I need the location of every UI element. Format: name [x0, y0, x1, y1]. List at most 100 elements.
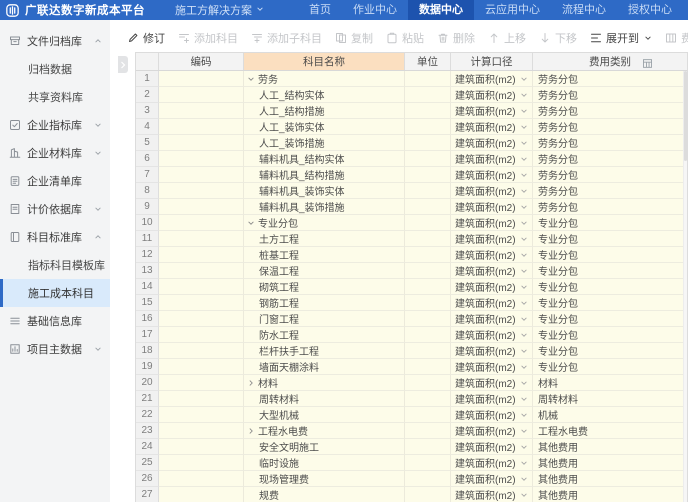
table-row[interactable]: 16门窗工程建筑面积(m2)专业分包: [136, 311, 687, 327]
caliber-dropdown[interactable]: 建筑面积(m2): [451, 103, 533, 119]
toolbar-button-下移[interactable]: 下移: [539, 30, 577, 46]
sidebar-collapse-handle[interactable]: [118, 56, 128, 73]
subject-name-cell[interactable]: 辅料机具_装饰实体: [244, 183, 405, 199]
caliber-dropdown[interactable]: 建筑面积(m2): [451, 439, 533, 455]
toolbar-button-粘贴[interactable]: 粘贴: [386, 30, 424, 46]
caliber-dropdown[interactable]: 建筑面积(m2): [451, 119, 533, 135]
table-row[interactable]: 1劳务建筑面积(m2)劳务分包: [136, 71, 687, 87]
sidebar-item-基础信息库[interactable]: 基础信息库: [0, 307, 110, 335]
table-row[interactable]: 9辅料机具_装饰措施建筑面积(m2)劳务分包: [136, 199, 687, 215]
toolbar-button-添加科目[interactable]: 添加科目: [178, 30, 238, 46]
expand-closed-icon[interactable]: [247, 379, 255, 387]
nav-item-作业中心[interactable]: 作业中心: [342, 0, 408, 20]
subject-name-cell[interactable]: 大型机械: [244, 407, 405, 423]
subject-name-cell[interactable]: 防水工程: [244, 327, 405, 343]
subject-name-cell[interactable]: 保温工程: [244, 263, 405, 279]
caliber-dropdown[interactable]: 建筑面积(m2): [451, 231, 533, 247]
subject-name-cell[interactable]: 人工_装饰措施: [244, 135, 405, 151]
expand-open-icon[interactable]: [247, 75, 255, 83]
table-row[interactable]: 11土方工程建筑面积(m2)专业分包: [136, 231, 687, 247]
toolbar-button-上移[interactable]: 上移: [488, 30, 526, 46]
table-row[interactable]: 21周转材料建筑面积(m2)周转材料: [136, 391, 687, 407]
toolbar-button-展开到[interactable]: 展开到: [590, 30, 652, 46]
subject-name-cell[interactable]: 现场管理费: [244, 471, 405, 487]
toolbar-button-删除[interactable]: 删除: [437, 30, 475, 46]
sidebar-item-指标科目模板库[interactable]: 指标科目模板库: [0, 251, 110, 279]
subject-name-cell[interactable]: 专业分包: [244, 215, 405, 231]
subject-name-cell[interactable]: 辅料机具_结构实体: [244, 151, 405, 167]
nav-item-首页[interactable]: 首页: [298, 0, 342, 20]
table-row[interactable]: 20材料建筑面积(m2)材料: [136, 375, 687, 391]
caliber-dropdown[interactable]: 建筑面积(m2): [451, 151, 533, 167]
toolbar-button-复制[interactable]: 复制: [335, 30, 373, 46]
table-row[interactable]: 17防水工程建筑面积(m2)专业分包: [136, 327, 687, 343]
subject-name-cell[interactable]: 辅料机具_结构措施: [244, 167, 405, 183]
caliber-dropdown[interactable]: 建筑面积(m2): [451, 135, 533, 151]
caliber-dropdown[interactable]: 建筑面积(m2): [451, 311, 533, 327]
solution-selector[interactable]: 施工方解决方案: [175, 2, 264, 18]
toolbar-button-修订[interactable]: 修订: [127, 30, 165, 46]
sidebar-item-计价依据库[interactable]: 计价依据库: [0, 195, 110, 223]
table-row[interactable]: 8辅料机具_装饰实体建筑面积(m2)劳务分包: [136, 183, 687, 199]
subject-name-cell[interactable]: 人工_结构措施: [244, 103, 405, 119]
nav-item-云应用中心[interactable]: 云应用中心: [474, 0, 551, 20]
vertical-scrollbar[interactable]: [683, 71, 687, 502]
caliber-dropdown[interactable]: 建筑面积(m2): [451, 327, 533, 343]
caliber-dropdown[interactable]: 建筑面积(m2): [451, 375, 533, 391]
subject-name-cell[interactable]: 劳务: [244, 71, 405, 87]
subject-name-cell[interactable]: 工程水电费: [244, 423, 405, 439]
table-row[interactable]: 15钢筋工程建筑面积(m2)专业分包: [136, 295, 687, 311]
caliber-dropdown[interactable]: 建筑面积(m2): [451, 407, 533, 423]
caliber-dropdown[interactable]: 建筑面积(m2): [451, 391, 533, 407]
table-row[interactable]: 5人工_装饰措施建筑面积(m2)劳务分包: [136, 135, 687, 151]
subject-name-cell[interactable]: 规费: [244, 487, 405, 502]
table-row[interactable]: 4人工_装饰实体建筑面积(m2)劳务分包: [136, 119, 687, 135]
sidebar-item-企业材料库[interactable]: 企业材料库: [0, 139, 110, 167]
table-row[interactable]: 7辅料机具_结构措施建筑面积(m2)劳务分包: [136, 167, 687, 183]
sidebar-item-企业清单库[interactable]: 企业清单库: [0, 167, 110, 195]
subject-name-cell[interactable]: 人工_结构实体: [244, 87, 405, 103]
nav-item-授权中心[interactable]: 授权中心: [617, 0, 683, 20]
subject-name-cell[interactable]: 辅料机具_装饰措施: [244, 199, 405, 215]
caliber-dropdown[interactable]: 建筑面积(m2): [451, 167, 533, 183]
toolbar-button-费用类别[interactable]: 费用类别: [665, 30, 688, 46]
subject-name-cell[interactable]: 门窗工程: [244, 311, 405, 327]
table-row[interactable]: 24安全文明施工建筑面积(m2)其他费用: [136, 439, 687, 455]
caliber-dropdown[interactable]: 建筑面积(m2): [451, 87, 533, 103]
nav-item-数据中心[interactable]: 数据中心: [408, 0, 474, 20]
caliber-dropdown[interactable]: 建筑面积(m2): [451, 487, 533, 502]
subject-name-cell[interactable]: 安全文明施工: [244, 439, 405, 455]
table-row[interactable]: 26现场管理费建筑面积(m2)其他费用: [136, 471, 687, 487]
table-row[interactable]: 3人工_结构措施建筑面积(m2)劳务分包: [136, 103, 687, 119]
caliber-dropdown[interactable]: 建筑面积(m2): [451, 279, 533, 295]
subject-name-cell[interactable]: 墙面天棚涂料: [244, 359, 405, 375]
table-row[interactable]: 22大型机械建筑面积(m2)机械: [136, 407, 687, 423]
caliber-dropdown[interactable]: 建筑面积(m2): [451, 471, 533, 487]
caliber-dropdown[interactable]: 建筑面积(m2): [451, 423, 533, 439]
table-row[interactable]: 10专业分包建筑面积(m2)专业分包: [136, 215, 687, 231]
sidebar-item-文件归档库[interactable]: 文件归档库: [0, 27, 110, 55]
subject-name-cell[interactable]: 桩基工程: [244, 247, 405, 263]
subject-name-cell[interactable]: 周转材料: [244, 391, 405, 407]
nav-item-流程中心[interactable]: 流程中心: [551, 0, 617, 20]
expand-closed-icon[interactable]: [247, 427, 255, 435]
subject-name-cell[interactable]: 人工_装饰实体: [244, 119, 405, 135]
subject-name-cell[interactable]: 临时设施: [244, 455, 405, 471]
table-row[interactable]: 23工程水电费建筑面积(m2)工程水电费: [136, 423, 687, 439]
table-row[interactable]: 2人工_结构实体建筑面积(m2)劳务分包: [136, 87, 687, 103]
sidebar-item-科目标准库[interactable]: 科目标准库: [0, 223, 110, 251]
table-row[interactable]: 6辅料机具_结构实体建筑面积(m2)劳务分包: [136, 151, 687, 167]
sidebar-item-施工成本科目[interactable]: 施工成本科目: [0, 279, 110, 307]
table-row[interactable]: 14砌筑工程建筑面积(m2)专业分包: [136, 279, 687, 295]
expand-open-icon[interactable]: [247, 219, 255, 227]
table-row[interactable]: 13保温工程建筑面积(m2)专业分包: [136, 263, 687, 279]
subject-name-cell[interactable]: 材料: [244, 375, 405, 391]
caliber-dropdown[interactable]: 建筑面积(m2): [451, 183, 533, 199]
table-row[interactable]: 27规费建筑面积(m2)其他费用: [136, 487, 687, 502]
table-row[interactable]: 25临时设施建筑面积(m2)其他费用: [136, 455, 687, 471]
caliber-dropdown[interactable]: 建筑面积(m2): [451, 455, 533, 471]
caliber-dropdown[interactable]: 建筑面积(m2): [451, 343, 533, 359]
caliber-dropdown[interactable]: 建筑面积(m2): [451, 295, 533, 311]
caliber-dropdown[interactable]: 建筑面积(m2): [451, 263, 533, 279]
caliber-dropdown[interactable]: 建筑面积(m2): [451, 71, 533, 87]
